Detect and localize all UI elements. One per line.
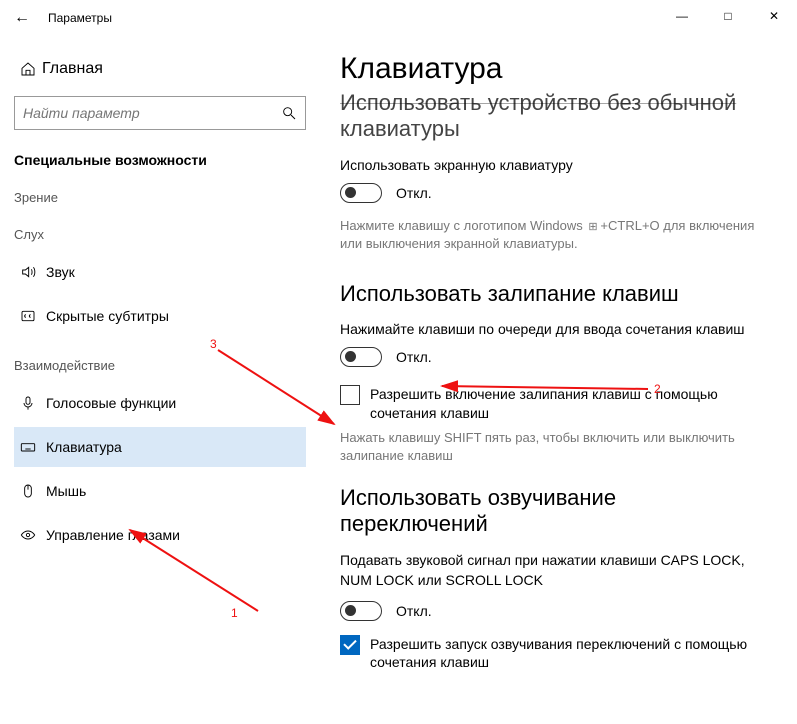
search-input-wrap[interactable] <box>14 96 306 130</box>
group-label: Слух <box>14 227 306 242</box>
sidebar-item-label: Управление глазами <box>46 527 180 543</box>
togglekeys-shortcut-label: Разрешить запуск озвучивания переключени… <box>370 635 769 673</box>
osk-desc: Использовать экранную клавиатуру <box>340 157 769 173</box>
home-icon <box>14 61 42 77</box>
sidebar-item-label: Клавиатура <box>46 439 122 455</box>
keyboard-icon <box>14 439 42 455</box>
minimize-button[interactable]: — <box>659 0 705 32</box>
search-input[interactable] <box>23 105 281 121</box>
group-label: Взаимодействие <box>14 358 306 373</box>
sidebar-item-speech[interactable]: Голосовые функции <box>14 383 306 423</box>
sidebar-item-captions[interactable]: Скрытые субтитры <box>14 296 306 336</box>
sticky-toggle[interactable] <box>340 347 382 367</box>
sidebar-item-label: Голосовые функции <box>46 395 176 411</box>
sidebar-item-label: Скрытые субтитры <box>46 308 169 324</box>
page-title: Клавиатура <box>340 52 769 86</box>
mouse-icon <box>14 483 42 499</box>
togglekeys-desc: Подавать звуковой сигнал при нажатии кла… <box>340 551 769 590</box>
sidebar-home-label: Главная <box>42 60 103 78</box>
sticky-shortcut-checkbox[interactable] <box>340 385 360 405</box>
sticky-shortcut-label: Разрешить включение залипания клавиш с п… <box>370 385 769 423</box>
sticky-desc: Нажимайте клавиши по очереди для ввода с… <box>340 321 769 337</box>
osk-heading: Использовать устройство без обычнойклави… <box>340 90 769 143</box>
content-pane: Клавиатура Использовать устройство без о… <box>320 36 797 724</box>
windows-logo-icon <box>588 217 598 227</box>
togglekeys-heading: Использовать озвучивание переключений <box>340 485 769 537</box>
group-label: Зрение <box>14 190 306 205</box>
sticky-toggle-label: Откл. <box>396 349 432 365</box>
osk-toggle-label: Откл. <box>396 185 432 201</box>
sidebar-section-title: Специальные возможности <box>14 152 306 168</box>
osk-toggle[interactable] <box>340 183 382 203</box>
sidebar-item-eye-control[interactable]: Управление глазами <box>14 515 306 555</box>
sidebar-item-sound[interactable]: Звук <box>14 252 306 292</box>
maximize-button[interactable]: □ <box>705 0 751 32</box>
sidebar-item-label: Звук <box>46 264 75 280</box>
sound-icon <box>14 264 42 280</box>
togglekeys-toggle[interactable] <box>340 601 382 621</box>
osk-hint: Нажмите клавишу с логотипом Windows +CTR… <box>340 217 769 253</box>
search-icon <box>281 105 297 121</box>
eye-icon <box>14 527 42 543</box>
togglekeys-toggle-label: Откл. <box>396 603 432 619</box>
mic-icon <box>14 395 42 411</box>
back-button[interactable]: ← <box>10 9 34 27</box>
sticky-heading: Использовать залипание клавиш <box>340 281 769 307</box>
sidebar-item-mouse[interactable]: Мышь <box>14 471 306 511</box>
sidebar: Главная Специальные возможности Зрение С… <box>0 36 320 724</box>
close-button[interactable]: ✕ <box>751 0 797 32</box>
sidebar-item-label: Мышь <box>46 483 86 499</box>
sidebar-home[interactable]: Главная <box>14 60 306 78</box>
cc-icon <box>14 308 42 324</box>
sticky-hint: Нажать клавишу SHIFT пять раз, чтобы вкл… <box>340 429 769 465</box>
window-title: Параметры <box>48 11 112 25</box>
sidebar-item-keyboard[interactable]: Клавиатура <box>14 427 306 467</box>
togglekeys-shortcut-checkbox[interactable] <box>340 635 360 655</box>
